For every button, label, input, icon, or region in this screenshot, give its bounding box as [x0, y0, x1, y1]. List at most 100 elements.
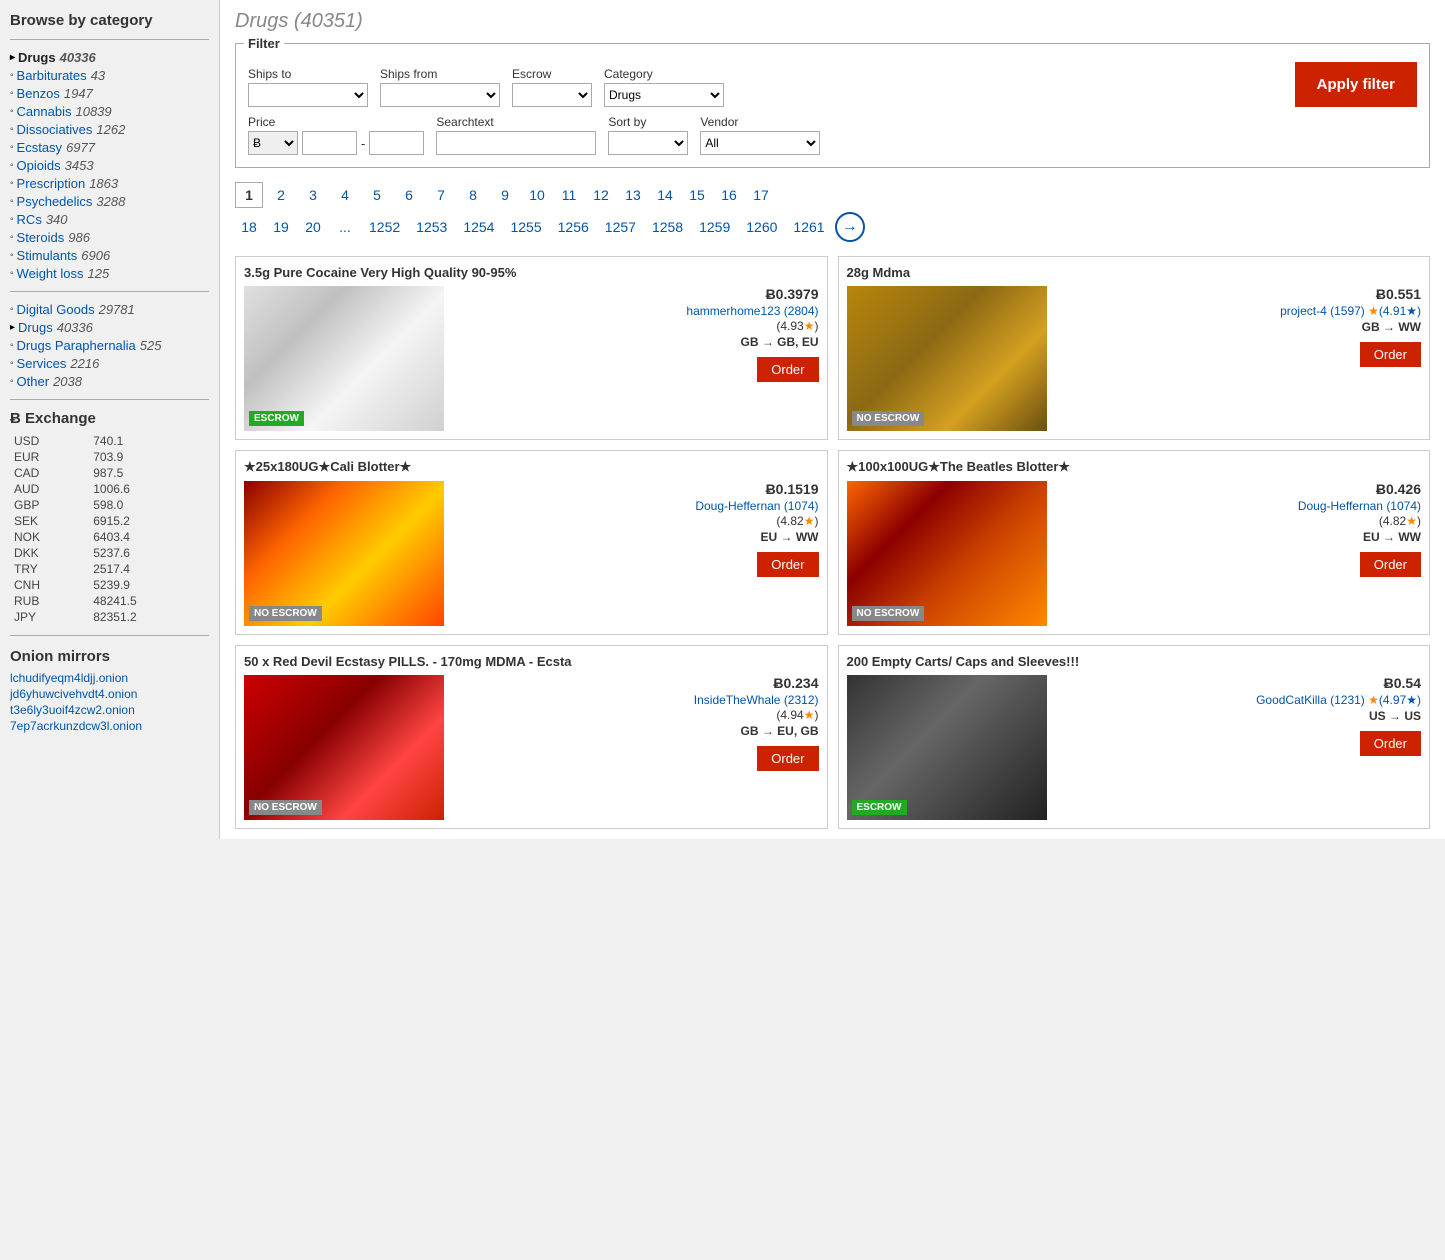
- price-dash: -: [361, 136, 365, 151]
- page-link[interactable]: 1256: [552, 215, 595, 239]
- sort-by-select[interactable]: [608, 131, 688, 155]
- filter-legend: Filter: [244, 36, 284, 51]
- order-button[interactable]: Order: [1360, 731, 1421, 756]
- sidebar-item-dissociatives[interactable]: ◦ Dissociatives 1262: [10, 122, 209, 137]
- bullet-icon: ◦: [10, 376, 14, 387]
- ships-to-select[interactable]: [248, 83, 368, 107]
- escrow-select[interactable]: [512, 83, 592, 107]
- page-link[interactable]: 3: [299, 183, 327, 207]
- onion-link[interactable]: t3e6ly3uoif4zcw2.onion: [10, 703, 209, 717]
- page-link[interactable]: 1257: [599, 215, 642, 239]
- currency-rate: 987.5: [89, 465, 209, 481]
- order-button[interactable]: Order: [757, 746, 818, 771]
- price-currency-select[interactable]: Ƀ: [248, 131, 298, 155]
- page-link[interactable]: 1254: [457, 215, 500, 239]
- page-link[interactable]: 1260: [740, 215, 783, 239]
- sidebar-item-steroids[interactable]: ◦ Steroids 986: [10, 230, 209, 245]
- searchtext-input[interactable]: [436, 131, 596, 155]
- exchange-row: RUB 48241.5: [10, 593, 209, 609]
- price-min-input[interactable]: [302, 131, 357, 155]
- next-page-arrow[interactable]: →: [835, 212, 865, 242]
- cat-label: Opioids: [17, 158, 61, 173]
- page-link[interactable]: 1253: [410, 215, 453, 239]
- escrow-label: Escrow: [512, 67, 592, 81]
- sidebar-item-secondary-services[interactable]: ◦ Services 2216: [10, 356, 209, 371]
- page-link[interactable]: 12: [587, 183, 615, 207]
- page-link[interactable]: 8: [459, 183, 487, 207]
- page-link[interactable]: 4: [331, 183, 359, 207]
- exchange-row: NOK 6403.4: [10, 529, 209, 545]
- page-link[interactable]: 7: [427, 183, 455, 207]
- onion-link[interactable]: 7ep7acrkunzdcw3l.onion: [10, 719, 209, 733]
- sidebar-item-secondary-drugs-paraphernalia[interactable]: ◦ Drugs Paraphernalia 525: [10, 338, 209, 353]
- sidebar-item-stimulants[interactable]: ◦ Stimulants 6906: [10, 248, 209, 263]
- sidebar-item-secondary-drugs[interactable]: ▸ Drugs 40336: [10, 320, 209, 335]
- page-link[interactable]: 15: [683, 183, 711, 207]
- cat-label: Barbiturates: [17, 68, 87, 83]
- page-link[interactable]: 16: [715, 183, 743, 207]
- exchange-title: Ƀ Exchange: [10, 410, 209, 427]
- page-link[interactable]: 13: [619, 183, 647, 207]
- bullet-icon: ▸: [10, 52, 15, 63]
- sidebar-item-prescription[interactable]: ◦ Prescription 1863: [10, 176, 209, 191]
- sidebar-item-barbiturates[interactable]: ◦ Barbiturates 43: [10, 68, 209, 83]
- pagination-row-2: 181920...1252125312541255125612571258125…: [235, 212, 1430, 242]
- sidebar-item-ecstasy[interactable]: ◦ Ecstasy 6977: [10, 140, 209, 155]
- sidebar-item-weight-loss[interactable]: ◦ Weight loss 125: [10, 266, 209, 281]
- sidebar-item-benzos[interactable]: ◦ Benzos 1947: [10, 86, 209, 101]
- page-link[interactable]: 1261: [787, 215, 830, 239]
- page-link[interactable]: 18: [235, 215, 263, 239]
- page-link[interactable]: 2: [267, 183, 295, 207]
- sidebar-item-opioids[interactable]: ◦ Opioids 3453: [10, 158, 209, 173]
- cat-label: Digital Goods: [17, 302, 95, 317]
- product-vendor[interactable]: GoodCatKilla (1231) ★(4.97★): [1055, 693, 1422, 707]
- sidebar-item-cannabis[interactable]: ◦ Cannabis 10839: [10, 104, 209, 119]
- pagination: 1234567891011121314151617 181920...12521…: [235, 182, 1430, 242]
- price-max-input[interactable]: [369, 131, 424, 155]
- apply-filter-button[interactable]: Apply filter: [1295, 62, 1417, 107]
- page-link[interactable]: 9: [491, 183, 519, 207]
- currency-rate: 48241.5: [89, 593, 209, 609]
- order-button[interactable]: Order: [1360, 552, 1421, 577]
- page-link[interactable]: 1252: [363, 215, 406, 239]
- onion-link[interactable]: lchudifyeqm4ldjj.onion: [10, 671, 209, 685]
- order-button[interactable]: Order: [757, 357, 818, 382]
- product-body: NO ESCROW Ƀ0.426 Doug-Heffernan (1074) (…: [847, 481, 1422, 626]
- cat-count: 2216: [70, 356, 99, 371]
- cat-label: Cannabis: [17, 104, 72, 119]
- page-link[interactable]: 17: [747, 183, 775, 207]
- sidebar-item-psychedelics[interactable]: ◦ Psychedelics 3288: [10, 194, 209, 209]
- cat-count: 40336: [57, 320, 93, 335]
- page-link[interactable]: 1255: [504, 215, 547, 239]
- product-vendor[interactable]: Doug-Heffernan (1074): [1055, 499, 1422, 513]
- page-link[interactable]: 1258: [646, 215, 689, 239]
- product-vendor[interactable]: Doug-Heffernan (1074): [452, 499, 819, 513]
- product-vendor[interactable]: InsideTheWhale (2312): [452, 693, 819, 707]
- page-link[interactable]: 20: [299, 215, 327, 239]
- page-link[interactable]: 14: [651, 183, 679, 207]
- sidebar-item-drugs[interactable]: ▸ Drugs 40336: [10, 50, 209, 65]
- page-link[interactable]: 10: [523, 183, 551, 207]
- cat-count: 43: [91, 68, 105, 83]
- product-vendor[interactable]: hammerhome123 (2804): [452, 304, 819, 318]
- currency-code: CAD: [10, 465, 89, 481]
- page-link[interactable]: 5: [363, 183, 391, 207]
- onion-link[interactable]: jd6yhuwcivehvdt4.onion: [10, 687, 209, 701]
- order-button[interactable]: Order: [1360, 342, 1421, 367]
- sidebar-item-secondary-other[interactable]: ◦ Other 2038: [10, 374, 209, 389]
- exchange-row: AUD 1006.6: [10, 481, 209, 497]
- page-link[interactable]: 6: [395, 183, 423, 207]
- page-link[interactable]: 1259: [693, 215, 736, 239]
- product-vendor[interactable]: project-4 (1597) ★(4.91★): [1055, 304, 1422, 318]
- page-link[interactable]: 11: [555, 183, 583, 207]
- exchange-row: JPY 82351.2: [10, 609, 209, 625]
- order-button[interactable]: Order: [757, 552, 818, 577]
- sidebar-item-secondary-digital-goods[interactable]: ◦ Digital Goods 29781: [10, 302, 209, 317]
- category-select[interactable]: Drugs: [604, 83, 724, 107]
- sidebar-item-rcs[interactable]: ◦ RCs 340: [10, 212, 209, 227]
- page-link[interactable]: 19: [267, 215, 295, 239]
- ships-from-select[interactable]: [380, 83, 500, 107]
- page-link[interactable]: ...: [331, 215, 359, 239]
- page-link[interactable]: 1: [235, 182, 263, 208]
- vendor-select[interactable]: All: [700, 131, 820, 155]
